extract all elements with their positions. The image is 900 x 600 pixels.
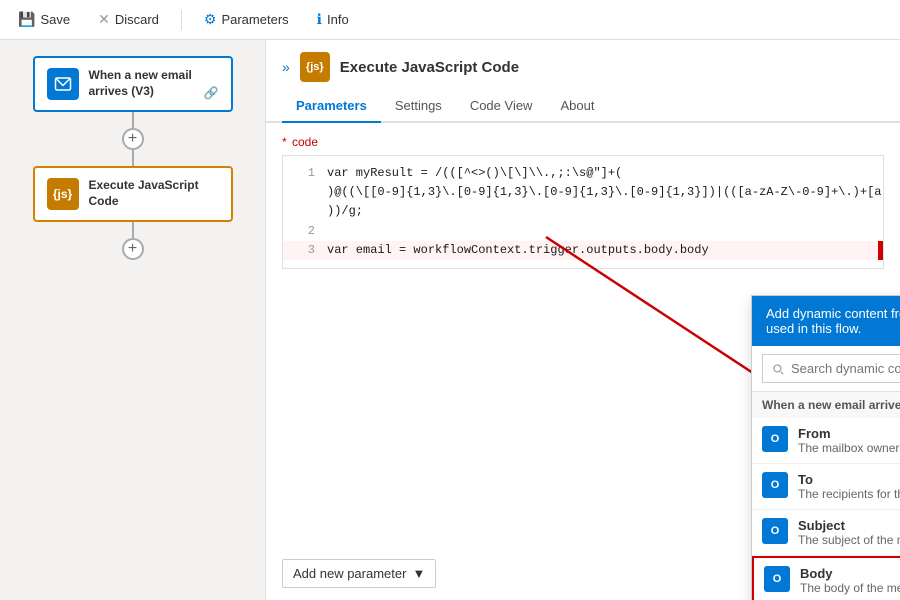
chevron-down-icon: ▼ [412,566,425,581]
flow-line-2 [132,150,134,166]
left-panel: When a new email arrives (V3) 🔗 + {js} E… [0,40,265,600]
popup-item-from-desc: The mailbox owner and sender of the mess… [798,441,900,455]
popup-item-to-desc: The recipients for the message [798,487,900,501]
info-icon [317,11,322,28]
js-node[interactable]: {js} Execute JavaScript Code [33,166,233,222]
toolbar-separator [181,10,182,30]
email-node-title: When a new email arrives (V3) [89,68,194,99]
popup-item-subject-icon: O [762,518,788,544]
popup-item-body-icon: O [764,566,790,592]
popup-item-from[interactable]: O From The mailbox owner and sender of t… [752,418,900,464]
discard-icon [98,11,110,28]
code-line-3: 3 var email = workflowContext.trigger.ou… [283,241,883,260]
flow-line-1 [132,112,134,128]
popup-item-subject-title: Subject [798,518,900,533]
required-star: * [282,135,287,149]
connector-1: + [122,112,144,166]
add-step-end[interactable]: + [122,238,144,260]
popup-header-text: Add dynamic content from the apps and co… [766,306,900,336]
popup-item-body[interactable]: O Body The body of the message [752,556,900,600]
popup-item-subject-desc: The subject of the message [798,533,900,547]
add-step-between[interactable]: + [122,128,144,150]
popup-item-body-desc: The body of the message [800,581,900,595]
code-label: * code [282,135,884,149]
email-node-icon [47,68,79,100]
right-panel-header: » {js} Execute JavaScript Code [266,40,900,82]
save-icon [18,11,35,28]
code-line-1b: )@((\[[0-9]{1,3}\.[0-9]{1,3}\.[0-9]{1,3}… [283,183,883,202]
connector-2: + [122,222,144,260]
code-line-2: 2 [283,222,883,241]
js-node-text: Execute JavaScript Code [89,178,219,209]
main-layout: When a new email arrives (V3) 🔗 + {js} E… [0,40,900,600]
add-param-label: Add new parameter [293,566,406,581]
popup-item-body-title: Body [800,566,900,581]
popup-search-input[interactable] [762,354,900,383]
email-node[interactable]: When a new email arrives (V3) 🔗 [33,56,233,112]
line-error-indicator [878,241,883,260]
popup-search-section [752,346,900,392]
tab-parameters[interactable]: Parameters [282,90,381,123]
right-panel-title: Execute JavaScript Code [340,59,519,76]
discard-button[interactable]: Discard [92,7,165,32]
popup-section-header: When a new email arrives (V3) See more [752,392,900,418]
parameters-label: Parameters [221,12,288,27]
info-label: Info [327,12,349,27]
popup-item-from-icon: O [762,426,788,452]
link-icon: 🔗 [204,86,219,100]
tabs: Parameters Settings Code View About [266,90,900,123]
action-icon: {js} [300,52,330,82]
tab-code-view[interactable]: Code View [456,90,547,123]
popup-section-title: When a new email arrives (V3) [762,398,900,412]
tab-about[interactable]: About [546,90,608,123]
js-node-title: Execute JavaScript Code [89,178,219,209]
dynamic-content-popup: Add dynamic content from the apps and co… [751,295,900,600]
add-param-dropdown[interactable]: Add new parameter ▼ [282,559,436,588]
expand-icon[interactable]: » [282,59,290,75]
popup-item-subject[interactable]: O Subject The subject of the message [752,510,900,556]
code-line-1c: ))/g; [283,202,883,221]
toolbar: Save Discard Parameters Info [0,0,900,40]
popup-item-to[interactable]: O To The recipients for the message [752,464,900,510]
popup-item-to-title: To [798,472,900,487]
popup-item-to-icon: O [762,472,788,498]
popup-header: Add dynamic content from the apps and co… [752,296,900,346]
params-icon [204,11,217,28]
info-button[interactable]: Info [311,7,355,32]
right-panel: » {js} Execute JavaScript Code Parameter… [265,40,900,600]
discard-label: Discard [115,12,159,27]
js-node-icon: {js} [47,178,79,210]
popup-items-container: O From The mailbox owner and sender of t… [752,418,900,600]
save-button[interactable]: Save [12,7,76,32]
email-node-text: When a new email arrives (V3) [89,68,194,99]
parameters-button[interactable]: Parameters [198,7,295,32]
save-label: Save [40,12,70,27]
flow-line-3 [132,222,134,238]
code-block[interactable]: 1 var myResult = /(([^<>()\[\]\\.,;:\s@"… [282,155,884,269]
code-line-1: 1 var myResult = /(([^<>()\[\]\\.,;:\s@"… [283,164,883,183]
popup-item-from-title: From [798,426,900,441]
tab-settings[interactable]: Settings [381,90,456,123]
